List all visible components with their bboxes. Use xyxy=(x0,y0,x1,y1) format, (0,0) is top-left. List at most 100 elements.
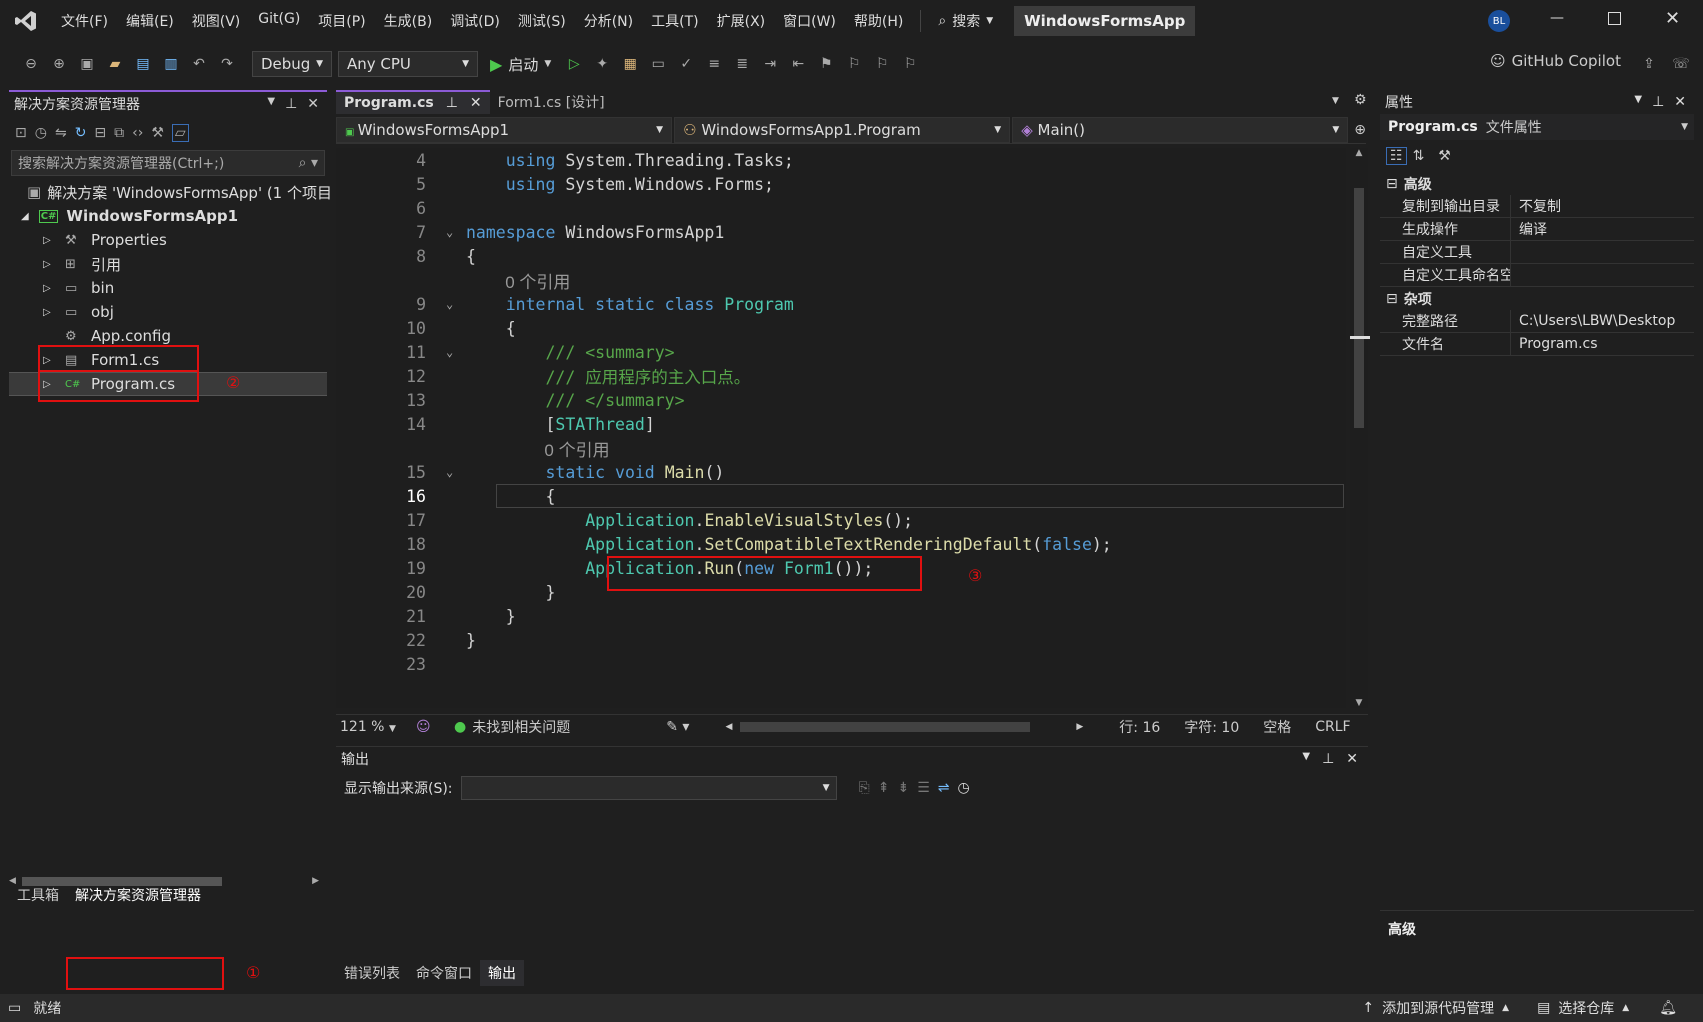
redo-icon[interactable]: ↷ xyxy=(216,53,238,75)
code-line[interactable]: 8{ xyxy=(336,244,1346,268)
expanded-arrow-icon[interactable]: ◢ xyxy=(21,211,29,222)
output-source-dropdown[interactable]: ▼ xyxy=(460,776,837,800)
platform-dropdown[interactable]: Any CPU ▼ xyxy=(338,51,478,77)
minimize-button[interactable]: — xyxy=(1550,10,1564,26)
repo-button[interactable]: ▤ 选择仓库 ▲ xyxy=(1537,998,1629,1018)
maximize-button[interactable] xyxy=(1608,12,1621,25)
code-line[interactable]: 7 ⌄ namespace WindowsFormsApp1 xyxy=(336,220,1346,244)
close-window-button[interactable]: ✕ xyxy=(1665,8,1680,29)
code-line[interactable]: 6 xyxy=(336,196,1346,220)
preview-icon[interactable]: ▱ xyxy=(171,124,189,142)
vertical-scrollbar[interactable]: ▲ ▼ xyxy=(1350,148,1370,708)
tab-solution-explorer[interactable]: 解决方案资源管理器 xyxy=(67,882,209,908)
outdent-icon[interactable]: ⇤ xyxy=(787,53,809,75)
collapsed-arrow-icon[interactable]: ▷ xyxy=(43,283,65,294)
code-line[interactable]: 21 } xyxy=(336,604,1346,628)
menu-item[interactable]: 调试(D) xyxy=(441,11,509,31)
pin-icon[interactable]: ⊥ xyxy=(1322,751,1334,767)
back-icon[interactable]: ⊖ xyxy=(20,53,42,75)
next-bookmark-icon[interactable]: ⚐ xyxy=(871,53,893,75)
properties-object-selector[interactable]: Program.cs 文件属性 ▼ xyxy=(1380,114,1694,140)
solution-folder-icon[interactable]: ▦ xyxy=(619,53,641,75)
tab-output[interactable]: 输出 xyxy=(480,960,524,986)
search-button[interactable]: ⌕ 搜索 ▼ xyxy=(929,11,1002,31)
nav-class-dropdown[interactable]: ⚇ WindowsFormsApp1.Program ▼ xyxy=(674,116,1011,143)
bookmark-icon[interactable]: ⚑ xyxy=(815,53,837,75)
horizontal-scrollbar[interactable] xyxy=(740,721,1031,732)
menu-item[interactable]: 项目(P) xyxy=(309,11,374,31)
layout-icon[interactable]: ▭ xyxy=(647,53,669,75)
find-message-icon[interactable]: ⎘ xyxy=(859,780,870,796)
tab-form1-designer[interactable]: Form1.cs [设计] xyxy=(490,90,613,114)
property-row[interactable]: 完整路径 C:\Users\LBW\Desktop xyxy=(1380,310,1694,333)
chevron-down-icon[interactable]: ▼ xyxy=(1634,94,1642,110)
copilot-button[interactable]: ☺ GitHub Copilot xyxy=(1490,52,1621,70)
code-line[interactable]: 9 ⌄ internal static class Program xyxy=(336,292,1346,316)
close-icon[interactable]: ✕ xyxy=(1674,94,1686,110)
history-icon[interactable]: ◷ xyxy=(35,125,47,141)
collapse-icon[interactable]: ⊟ xyxy=(94,125,106,141)
tab-error-list[interactable]: 错误列表 xyxy=(336,960,408,986)
solution-search-input[interactable]: 搜索解决方案资源管理器(Ctrl+;) ⌕ ▾ xyxy=(11,150,325,176)
collapsed-arrow-icon[interactable]: ▷ xyxy=(43,235,65,246)
settings-gear-icon[interactable]: ⚙ xyxy=(1354,92,1367,108)
scroll-down-icon[interactable]: ▼ xyxy=(1350,698,1368,708)
pin-icon[interactable]: ⊥ xyxy=(446,95,458,111)
scroll-up-icon[interactable]: ▲ xyxy=(1350,148,1368,158)
menu-item[interactable]: 扩展(X) xyxy=(708,11,775,31)
word-wrap-icon[interactable]: ⇌ xyxy=(938,780,950,796)
notifications-bell-icon[interactable]: 🔔︎ xyxy=(1659,1000,1677,1016)
tab-program-cs[interactable]: Program.cs ⊥ ✕ xyxy=(336,90,490,114)
nav-project-dropdown[interactable]: ▣ WindowsFormsApp1 ▼ xyxy=(336,116,673,143)
menu-item[interactable]: 帮助(H) xyxy=(845,11,912,31)
property-row[interactable]: 自定义工具 xyxy=(1380,241,1694,264)
avatar[interactable]: BL xyxy=(1488,10,1510,32)
tree-solution[interactable]: ▣ 解决方案 'WindowsFormsApp' (1 个项目 xyxy=(9,180,332,204)
collapsed-arrow-icon[interactable]: ▷ xyxy=(43,307,65,318)
code-icon[interactable]: ‹› xyxy=(132,125,143,141)
property-row[interactable]: 自定义工具命名空间 xyxy=(1380,264,1694,287)
comment-icon[interactable]: ≡ xyxy=(703,53,725,75)
scroll-right-icon[interactable]: ▶ xyxy=(312,876,319,886)
category-advanced[interactable]: ⊟ 高级 xyxy=(1380,172,1694,195)
cleanup-icon[interactable]: ✎ ▾ xyxy=(666,719,689,735)
menu-item[interactable]: 测试(S) xyxy=(509,11,575,31)
clear-bookmark-icon[interactable]: ⚐ xyxy=(899,53,921,75)
close-icon[interactable]: ✕ xyxy=(307,96,319,112)
hot-reload-icon[interactable]: ✦ xyxy=(591,53,613,75)
code-line[interactable]: 13 /// </summary> xyxy=(336,388,1346,412)
open-folder-icon[interactable]: ▰ xyxy=(104,53,126,75)
source-control-button[interactable]: ↑ 添加到源代码管理 ▲ xyxy=(1362,998,1509,1018)
split-icon[interactable]: ⊕ xyxy=(1354,122,1366,138)
zoom-dropdown[interactable]: 121 % ▼ xyxy=(336,719,416,735)
start-button[interactable]: ▶ 启动 ▼ xyxy=(484,54,557,75)
tab-toolbox[interactable]: 工具箱 xyxy=(9,882,67,908)
pin-icon[interactable]: ⊥ xyxy=(1652,94,1664,110)
vs-project-icon[interactable]: ⊡ xyxy=(15,125,27,141)
tree-item[interactable]: ▷ ▭ obj xyxy=(9,300,327,324)
property-pages-icon[interactable]: ⚒ xyxy=(1438,148,1451,164)
refresh-icon[interactable]: ↻ xyxy=(75,125,87,141)
menu-item[interactable]: 文件(F) xyxy=(52,11,117,31)
menu-item[interactable]: 编辑(E) xyxy=(117,11,183,31)
code-line[interactable]: 0 个引用 xyxy=(336,436,1346,460)
sync-icon[interactable]: ⇋ xyxy=(55,125,67,141)
chevron-down-icon[interactable]: ▼ xyxy=(267,96,275,112)
code-line[interactable]: 23 xyxy=(336,652,1346,676)
nav-member-dropdown[interactable]: ◈ Main() ▼ xyxy=(1012,116,1349,143)
prev-message-icon[interactable]: ⇞ xyxy=(878,780,890,796)
tab-command-window[interactable]: 命令窗口 xyxy=(408,960,480,986)
categorized-icon[interactable]: ☷ xyxy=(1386,147,1407,165)
menu-item[interactable]: 生成(B) xyxy=(375,11,442,31)
properties-wrench-icon[interactable]: ⚒ xyxy=(151,125,164,141)
scroll-right-icon[interactable]: ▶ xyxy=(1076,722,1083,732)
tree-project[interactable]: ◢ C# WindowsFormsApp1 xyxy=(9,204,327,228)
code-line[interactable]: 22} xyxy=(336,628,1346,652)
start-without-debug-icon[interactable]: ▷ xyxy=(563,53,585,75)
fold-chevron-icon[interactable]: ⌄ xyxy=(446,345,466,359)
collapsed-arrow-icon[interactable]: ▷ xyxy=(43,259,65,270)
feedback-icon[interactable]: ☏ xyxy=(1670,53,1692,75)
menu-item[interactable]: Git(G) xyxy=(249,11,309,31)
clock-icon[interactable]: ◷ xyxy=(958,780,970,796)
forward-icon[interactable]: ⊕ xyxy=(48,53,70,75)
